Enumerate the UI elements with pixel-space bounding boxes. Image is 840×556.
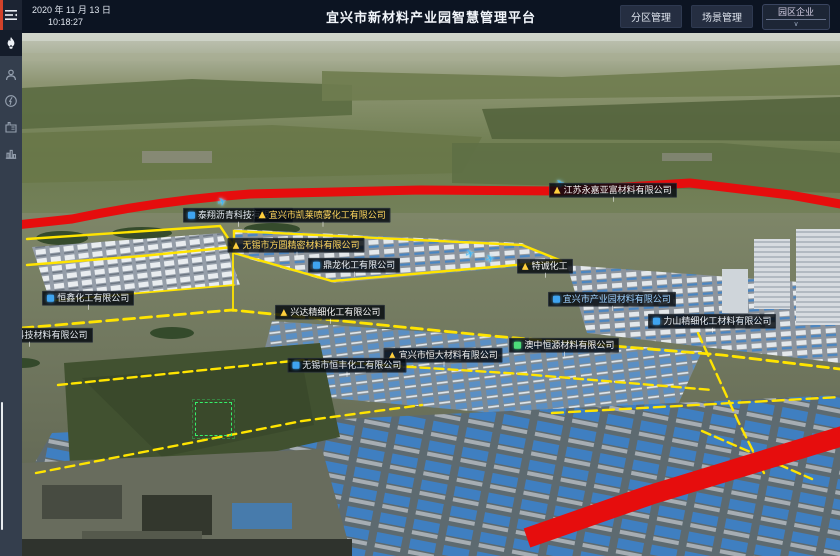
company-label-text: 宜兴市产业园材料有限公司 [563,294,671,305]
blue-marker-icon [292,362,299,369]
sidebar [0,0,22,556]
bar-chart-icon [4,146,18,160]
blue-marker-icon [47,294,54,301]
datetime-display: 2020 年 11 月 13 日 10:18:27 [32,5,111,28]
fire-icon [4,36,18,50]
park-enterprise-dropdown[interactable]: 园区企业 ∨ [762,4,830,30]
company-label-text: 力山精细化工材料有限公司 [663,316,771,327]
company-label-text: 鼎龙化工有限公司 [323,259,395,270]
power-icon [4,94,18,108]
yellow-marker-icon [522,263,529,270]
map-company-label[interactable]: 宜兴市产业园材料有限公司 [548,292,676,307]
map-company-label[interactable]: 力山精细化工材料有限公司 [648,314,776,329]
date-text: 2020 年 11 月 13 日 [32,5,111,16]
map-company-label[interactable]: 澳中恒源材料有限公司 [509,338,619,353]
sidebar-item-statistics[interactable] [0,140,22,166]
sidebar-item-menu[interactable] [0,0,22,30]
company-label-text: 江苏永嘉亚富材料有限公司 [564,185,672,196]
map-company-label[interactable]: 兴达精细化工有限公司 [275,305,385,320]
header-actions: 分区管理 场景管理 园区企业 ∨ [620,4,830,30]
blue-marker-icon [188,211,195,218]
map-3d-view[interactable]: ✈✈✈✈ 泰翔沥青科技有限公司宜兴市凯莱喷雾化工有限公司无锡市方圆精密材料有限公… [22,33,840,556]
top-header: 2020 年 11 月 13 日 10:18:27 宜兴市新材料产业园智慧管理平… [22,0,840,33]
sidebar-item-personnel[interactable] [0,62,22,88]
map-company-label[interactable]: 鼎龙化工有限公司 [308,257,400,272]
yellow-marker-icon [554,187,561,194]
zone-management-button[interactable]: 分区管理 [620,5,682,28]
dropdown-divider [766,19,826,20]
company-label-text: 特诚化工 [532,261,568,272]
sidebar-item-fire-alarm[interactable] [0,30,22,56]
company-label-text: 无锡市方圆精密材料有限公司 [243,240,360,251]
map-company-label[interactable]: 宜兴市凯莱喷雾化工有限公司 [254,207,391,222]
sidebar-item-enterprise[interactable] [0,114,22,140]
map-company-label[interactable]: 宜兴市顺科技材料有限公司 [22,328,93,343]
company-label-text: 宜兴市顺科技材料有限公司 [22,330,88,341]
yellow-marker-icon [280,309,287,316]
blue-marker-icon [313,261,320,268]
time-text: 10:18:27 [32,17,111,28]
company-label-text: 宜兴市恒大材料有限公司 [399,350,498,361]
company-label-text: 澳中恒源材料有限公司 [524,340,614,351]
person-icon [4,68,18,82]
company-label-text: 恒鑫化工有限公司 [57,292,129,303]
menu-icon [4,9,18,21]
yellow-marker-icon [259,211,266,218]
smart-park-platform-window: 2020 年 11 月 13 日 10:18:27 宜兴市新材料产业园智慧管理平… [0,0,840,556]
company-label-text: 无锡市恒丰化工有限公司 [302,360,401,371]
scene-management-button[interactable]: 场景管理 [691,5,753,28]
map-company-label[interactable]: 无锡市方圆精密材料有限公司 [228,238,365,253]
factory-icon [4,120,18,134]
company-label-text: 宜兴市凯莱喷雾化工有限公司 [269,209,386,220]
green-marker-icon [514,342,521,349]
yellow-marker-icon [233,242,240,249]
map-company-label[interactable]: 特诚化工 [517,259,573,274]
map-company-label[interactable]: 江苏永嘉亚富材料有限公司 [549,183,677,198]
dropdown-label: 园区企业 [778,7,814,18]
map-company-label[interactable]: 无锡市恒丰化工有限公司 [287,358,406,373]
sidebar-item-energy[interactable] [0,88,22,114]
blue-marker-icon [653,318,660,325]
map-company-label[interactable]: 恒鑫化工有限公司 [42,290,134,305]
company-label-text: 兴达精细化工有限公司 [290,307,380,318]
blue-marker-icon [553,296,560,303]
chevron-down-icon: ∨ [793,21,798,28]
sidebar-scrollbar[interactable] [1,402,3,530]
map-scene [22,33,840,556]
